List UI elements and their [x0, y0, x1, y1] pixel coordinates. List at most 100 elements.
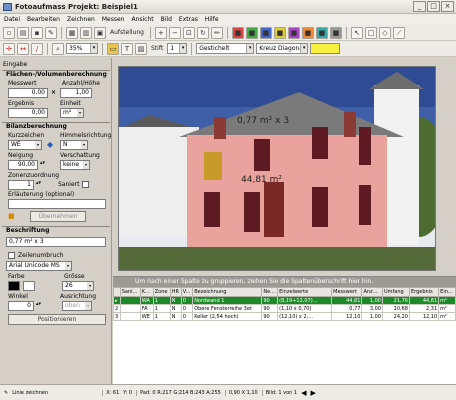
zoom-select[interactable]: 35% ▾ — [66, 43, 98, 54]
himmelsrichtung-select[interactable]: N ▾ — [60, 140, 88, 150]
color-yellow-icon[interactable]: ■ — [273, 26, 286, 39]
menu-hilfe[interactable]: Hilfe — [205, 16, 219, 23]
polygon-icon[interactable]: ◇ — [378, 26, 391, 39]
edit-icon[interactable]: ✎ — [45, 26, 57, 39]
color-red-icon[interactable]: ■ — [231, 26, 244, 39]
table-icon[interactable]: ▥ — [80, 26, 92, 39]
zoom-out-icon[interactable]: − — [168, 26, 181, 39]
zone-spinner[interactable]: ▴▾ — [36, 180, 41, 186]
maximize-button[interactable]: □ — [427, 1, 440, 12]
col-einzelwerte[interactable]: Einzelwerte — [277, 287, 333, 297]
groesse-select[interactable]: 26 ▾ — [62, 281, 94, 291]
zone-field[interactable]: 1 — [8, 180, 34, 190]
kurzzeichen-select[interactable]: WE ▾ — [8, 140, 42, 150]
layout-button[interactable]: Aufstellung — [108, 29, 146, 36]
move-icon[interactable]: ✛ — [3, 42, 15, 55]
uebernehmen-button[interactable]: Übernehmen — [30, 211, 86, 222]
color-orange-icon[interactable]: ■ — [301, 26, 314, 39]
menu-bearbeiten[interactable]: Bearbeiten — [27, 16, 60, 23]
status-bar: ✎ Linie zeichnen X: 61 Y: 0 Pad: 0 R:217… — [0, 384, 456, 400]
distance-icon[interactable]: ↔ — [17, 42, 29, 55]
winkel-spinner[interactable]: ▴▾ — [36, 301, 41, 307]
col-umfang[interactable]: Umfang — [381, 287, 410, 297]
menu-bild[interactable]: Bild — [161, 16, 172, 23]
hatch-select[interactable]: Gestichelt ▾ — [196, 43, 255, 54]
open-folder-icon[interactable]: ▤ — [17, 26, 29, 39]
erlaeuterung-field[interactable] — [8, 199, 106, 209]
col-neigung[interactable]: Ne... — [261, 287, 279, 297]
neigung-spinner[interactable]: ▴▾ — [40, 160, 45, 166]
zeilenumbruch-checkbox[interactable] — [8, 252, 15, 259]
color-purple-icon[interactable]: ■ — [287, 26, 300, 39]
fill-icon[interactable]: ▨ — [135, 42, 147, 55]
measure-icon[interactable]: ⟋ — [392, 26, 405, 39]
new-file-icon[interactable]: ▫ — [3, 26, 15, 39]
winkel-field[interactable]: 0 — [8, 301, 34, 311]
rotate-icon[interactable]: ↻ — [196, 26, 209, 39]
table-row[interactable]: 3 WE 1 N 0 Keller (2,54 hoch) 90 (12,10) x 2,..… — [113, 312, 456, 321]
menu-messen[interactable]: Messen — [102, 16, 125, 23]
annotation-window-area[interactable]: 0,77 m² x 3 — [237, 116, 289, 126]
col-v[interactable]: V... — [180, 287, 194, 297]
col-messwert[interactable]: Messwert — [331, 287, 363, 297]
image-icon[interactable]: ▦ — [66, 26, 78, 39]
zoom-in-icon[interactable]: + — [154, 26, 167, 39]
menu-ansicht[interactable]: Ansicht — [131, 16, 153, 23]
line-icon[interactable]: / — [31, 42, 43, 55]
col-zone[interactable]: Zone — [152, 287, 171, 297]
menu-extras[interactable]: Extras — [179, 16, 198, 23]
col-anzahl[interactable]: Anz... — [361, 287, 383, 297]
pattern-select[interactable]: Kreuz Diagonal ▾ — [256, 43, 309, 54]
label-text-field[interactable]: 0,77 m² x 3 — [6, 237, 106, 247]
text-icon[interactable]: T — [121, 42, 133, 55]
pencil-icon[interactable]: ✏ — [210, 26, 223, 39]
einheit-select[interactable]: m² ▾ — [60, 108, 84, 118]
color-teal-icon[interactable]: ■ — [315, 26, 328, 39]
verschattung-select[interactable]: keine ▾ — [60, 160, 90, 170]
anzahl-field[interactable]: 1,00 — [60, 88, 92, 98]
close-button[interactable]: × — [441, 1, 454, 12]
color-blue-icon[interactable]: ■ — [259, 26, 272, 39]
status-pad: Pad: 0 R:217 G:214 B:243 A:255 — [136, 389, 221, 396]
stift-select[interactable]: 1 ▾ — [167, 43, 188, 54]
positionieren-button[interactable]: Positionieren — [8, 314, 106, 325]
color-green-icon[interactable]: ■ — [245, 26, 258, 39]
font-select[interactable]: Arial Unicode MS ▾ — [6, 261, 72, 271]
col-saniert[interactable]: Sani... — [119, 287, 141, 297]
minimize-button[interactable]: _ — [413, 1, 426, 12]
messwert-field[interactable]: 0,00 — [8, 88, 48, 98]
menu-datei[interactable]: Datei — [4, 16, 20, 23]
annotation-wall-area[interactable]: 44,81 m² — [241, 175, 282, 185]
rectangle-icon[interactable]: □ — [364, 26, 377, 39]
text-color-swatch[interactable] — [8, 281, 20, 291]
fill-color-swatch[interactable] — [310, 43, 341, 54]
next-arrow-icon[interactable]: ▶ — [311, 389, 316, 397]
beschriftung-group: Beschriftung 0,77 m² x 3 Zeilenumbruch A… — [2, 226, 110, 326]
ruler-icon[interactable]: ▭ — [107, 42, 119, 55]
photo-canvas[interactable]: 0,77 m² x 3 44,81 m² — [118, 66, 436, 271]
neigung-field[interactable]: 90,00 — [8, 160, 38, 170]
col-bezeichnung[interactable]: Bezeichnung — [192, 287, 263, 297]
table-row[interactable]: ▸ WA 1 N 0 Nordwand 1 90 (8,19+12,07)... 44,81 1,… — [113, 296, 456, 305]
erlaeuterung-label: Erläuterung (optional) — [8, 191, 75, 198]
col-kurz[interactable]: K... — [139, 287, 154, 297]
beschriftung-group-title: Beschriftung — [6, 227, 50, 234]
prev-arrow-icon[interactable]: ◀ — [301, 389, 306, 397]
save-icon[interactable]: ▪ — [31, 26, 43, 39]
saniert-checkbox[interactable] — [82, 181, 89, 188]
col-einheit[interactable]: Ein... — [438, 287, 456, 297]
cursor-icon[interactable]: ↖ — [350, 26, 363, 39]
col-hr[interactable]: HR — [169, 287, 182, 297]
menu-zeichnen[interactable]: Zeichnen — [67, 16, 95, 23]
ausrichtung-select[interactable]: oben ▾ — [62, 301, 92, 311]
col-indicator[interactable] — [113, 287, 121, 297]
zoom-fit-icon[interactable]: ⊡ — [182, 26, 195, 39]
tab-eingabe[interactable]: Eingabe — [3, 61, 27, 68]
col-ergebnis[interactable]: Ergebnis — [408, 287, 440, 297]
table-row[interactable]: 2 FA 1 N 0 Obere Fensterreihe 3et 90 (1,10 x 0,… — [113, 304, 456, 313]
bg-color-swatch[interactable] — [23, 281, 35, 291]
layout-icon[interactable]: ▣ — [94, 26, 106, 39]
ergebnis-field[interactable]: 0,00 — [8, 108, 48, 118]
zoom-icon[interactable]: ⌕ — [52, 42, 64, 55]
color-grey-icon[interactable]: ■ — [329, 26, 342, 39]
